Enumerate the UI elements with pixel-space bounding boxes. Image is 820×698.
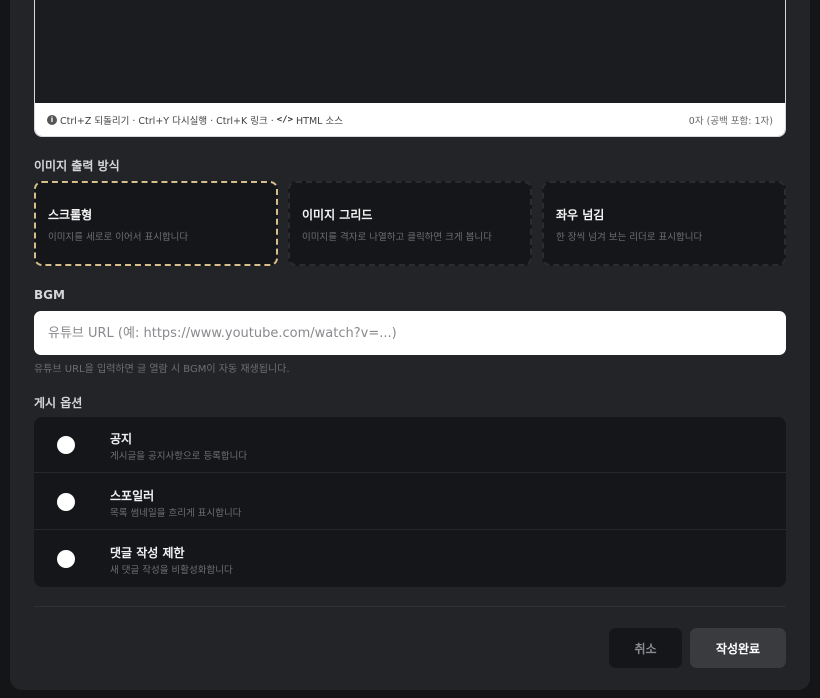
submit-button[interactable]: 작성완료 <box>690 628 786 668</box>
card-title: 좌우 넘김 <box>556 208 605 222</box>
content-editor[interactable]: i Ctrl+Z 되돌리기 · Ctrl+Y 다시실행 · Ctrl+K 링크 … <box>34 0 786 137</box>
display-mode-slide-card[interactable]: 좌우 넘김 한 장씩 넘겨 보는 리더로 표시합니다 <box>542 181 786 266</box>
info-icon: i <box>47 114 57 125</box>
code-icon[interactable]: </> <box>277 115 293 125</box>
shortcut-hint: i Ctrl+Z 되돌리기 · Ctrl+Y 다시실행 · Ctrl+K 링크 … <box>47 113 343 127</box>
char-counter: 0자 (공백 포함: 1자) <box>688 115 773 127</box>
comment-restrict-radio[interactable] <box>57 550 75 568</box>
post-options-label: 게시 옵션 <box>34 396 83 410</box>
display-mode-scroll-card[interactable]: 스크롤형 이미지를 세로로 이어서 표시합니다 <box>34 181 278 266</box>
option-title: 댓글 작성 제한 <box>110 546 185 560</box>
notice-radio[interactable] <box>57 436 75 454</box>
option-desc: 새 댓글 작성을 비활성화합니다 <box>110 565 233 576</box>
bgm-help-text: 유튜브 URL을 입력하면 글 열람 시 BGM이 자동 재생됩니다. <box>34 364 290 375</box>
post-options-list: 공지 게시글을 공지사항으로 등록합니다 스포일러 목록 썸네일을 흐리게 표시… <box>34 417 786 587</box>
option-desc: 목록 썸네일을 흐리게 표시합니다 <box>110 508 242 519</box>
spoiler-radio[interactable] <box>57 493 75 511</box>
bgm-url-input[interactable] <box>34 311 786 355</box>
card-desc: 이미지를 격자로 나열하고 클릭하면 크게 봅니다 <box>302 232 492 243</box>
card-desc: 이미지를 세로로 이어서 표시합니다 <box>48 232 189 243</box>
footer-divider <box>34 606 786 607</box>
html-source-label[interactable]: HTML 소스 <box>296 113 343 127</box>
option-spoiler[interactable]: 스포일러 목록 썸네일을 흐리게 표시합니다 <box>34 474 786 530</box>
option-notice[interactable]: 공지 게시글을 공지사항으로 등록합니다 <box>34 417 786 473</box>
card-title: 스크롤형 <box>48 208 93 222</box>
cancel-button[interactable]: 취소 <box>609 628 682 668</box>
card-desc: 한 장씩 넘겨 보는 리더로 표시합니다 <box>556 232 703 243</box>
display-mode-grid-card[interactable]: 이미지 그리드 이미지를 격자로 나열하고 클릭하면 크게 봅니다 <box>288 181 532 266</box>
card-title: 이미지 그리드 <box>302 208 373 222</box>
display-mode-label: 이미지 출력 방식 <box>34 159 120 173</box>
option-desc: 게시글을 공지사항으로 등록합니다 <box>110 451 248 462</box>
option-title: 공지 <box>110 432 133 446</box>
editor-footer: i Ctrl+Z 되돌리기 · Ctrl+Y 다시실행 · Ctrl+K 링크 … <box>35 103 785 136</box>
option-comment-restrict[interactable]: 댓글 작성 제한 새 댓글 작성을 비활성화합니다 <box>34 531 786 587</box>
bgm-label: BGM <box>34 288 65 302</box>
option-title: 스포일러 <box>110 489 155 503</box>
shortcut-text: Ctrl+Z 되돌리기 · Ctrl+Y 다시실행 · Ctrl+K 링크 · <box>60 115 274 127</box>
